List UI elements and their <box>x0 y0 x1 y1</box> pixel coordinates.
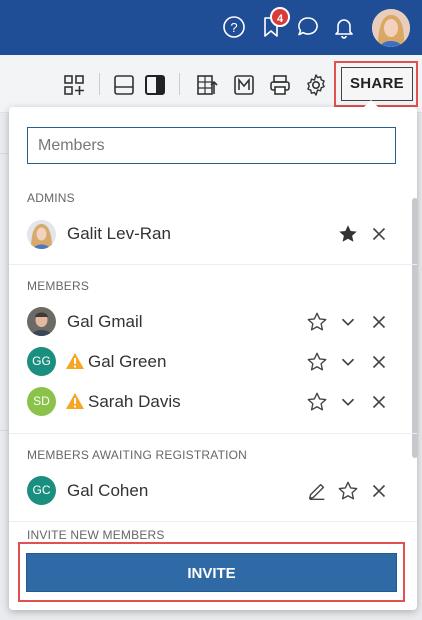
user-avatar[interactable] <box>372 9 410 47</box>
add-widget-icon[interactable] <box>62 73 86 97</box>
layout-column-icon[interactable] <box>143 73 167 97</box>
section-divider <box>9 433 417 434</box>
layout-row-icon[interactable] <box>112 73 136 97</box>
warning-icon <box>66 393 84 409</box>
notification-badge: 4 <box>270 7 290 27</box>
members-search-input[interactable] <box>27 127 396 164</box>
remove-icon[interactable] <box>368 223 390 245</box>
print-icon[interactable] <box>268 73 292 97</box>
user-photo-icon <box>372 9 410 47</box>
star-icon[interactable] <box>337 480 359 502</box>
star-filled-icon[interactable] <box>337 223 359 245</box>
member-name: Gal Green <box>88 352 167 371</box>
chevron-down-icon[interactable] <box>337 351 359 373</box>
admins-heading: ADMINS <box>27 191 75 205</box>
galit-photo-icon <box>27 220 56 249</box>
avatar: SD <box>27 387 56 416</box>
invite-heading: INVITE NEW MEMBERS <box>27 528 165 542</box>
member-name: Galit Lev-Ran <box>67 224 171 243</box>
star-icon[interactable] <box>306 311 328 333</box>
awaiting-heading: MEMBERS AWAITING REGISTRATION <box>27 448 248 462</box>
section-divider <box>9 521 417 522</box>
member-name: Sarah Davis <box>88 392 181 411</box>
remove-icon[interactable] <box>368 480 390 502</box>
avatar <box>27 307 56 336</box>
top-navigation-bar: ? 4 <box>0 0 422 55</box>
remove-icon[interactable] <box>368 391 390 413</box>
pencil-icon[interactable] <box>306 480 328 502</box>
avatar <box>27 220 56 249</box>
share-button[interactable]: SHARE <box>341 67 413 101</box>
panel-scrollbar[interactable] <box>412 198 418 458</box>
bell-icon[interactable] <box>332 15 356 39</box>
invite-button[interactable]: INVITE <box>26 553 397 592</box>
remove-icon[interactable] <box>368 311 390 333</box>
warning-icon <box>66 353 84 369</box>
gear-icon[interactable] <box>304 73 328 97</box>
m-icon[interactable] <box>232 73 256 97</box>
star-icon[interactable] <box>306 391 328 413</box>
section-divider <box>9 264 417 265</box>
avatar: GG <box>27 347 56 376</box>
toolbar-divider <box>99 73 100 95</box>
help-icon[interactable]: ? <box>222 15 246 39</box>
member-name: Gal Cohen <box>67 481 149 500</box>
svg-text:?: ? <box>230 20 237 35</box>
member-name: Gal Gmail <box>67 312 143 331</box>
remove-icon[interactable] <box>368 351 390 373</box>
chat-icon[interactable] <box>296 15 320 39</box>
toolbar-divider <box>179 73 180 95</box>
gal-gmail-photo-icon <box>27 307 56 336</box>
members-heading: MEMBERS <box>27 279 90 293</box>
chevron-down-icon[interactable] <box>337 311 359 333</box>
star-icon[interactable] <box>306 351 328 373</box>
export-icon[interactable] <box>195 73 219 97</box>
avatar: GC <box>27 476 56 505</box>
panel-caret <box>363 100 379 108</box>
chevron-down-icon[interactable] <box>337 391 359 413</box>
